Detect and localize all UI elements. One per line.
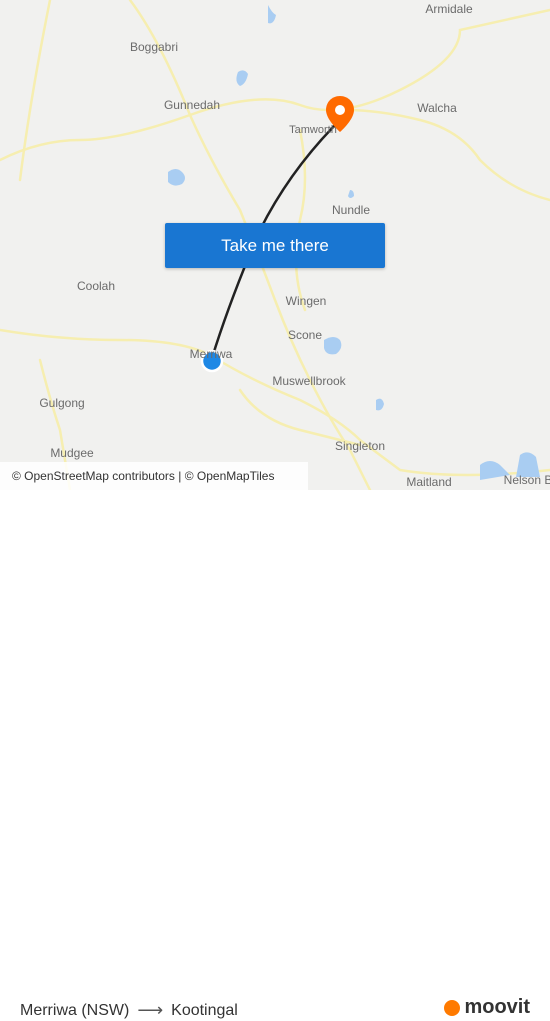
place-label-wingen: Wingen	[285, 294, 327, 308]
place-label-gunnedah: Gunnedah	[163, 98, 221, 112]
lake	[236, 70, 248, 86]
road	[18, 0, 52, 182]
lake	[324, 337, 342, 355]
place-label-maitland: Maitland	[406, 475, 452, 489]
place-label-muswellbrook: Muswellbrook	[272, 374, 346, 388]
destination-label: Kootingal	[171, 1001, 238, 1019]
origin-label: Merriwa (NSW)	[20, 1001, 130, 1019]
road	[343, 108, 550, 202]
place-label-boggabri: Boggabri	[129, 40, 179, 54]
lake	[268, 5, 276, 24]
place-label-gulgong: Gulgong	[39, 396, 85, 410]
route-summary: Merriwa (NSW) ⟶ Kootingal	[20, 1000, 238, 1021]
moovit-logo-text: moovit	[464, 996, 530, 1018]
place-label-singleton: Singleton	[334, 439, 386, 453]
place-label-coolah: Coolah	[76, 279, 116, 293]
lake	[376, 398, 384, 411]
place-label-nelson-bay: Nelson B	[503, 473, 550, 487]
place-label-tamworth: Tamworth	[289, 124, 337, 136]
lake	[168, 169, 185, 186]
map-attribution[interactable]: © OpenStreetMap contributors | © OpenMap…	[0, 462, 308, 490]
place-label-nundle: Nundle	[331, 203, 371, 217]
map-view[interactable]: Armidale Boggabri Gunnedah Tamworth Walc…	[0, 0, 550, 490]
place-label-mudgee: Mudgee	[50, 446, 94, 460]
road	[294, 128, 307, 312]
lake	[348, 190, 354, 198]
place-label-armidale: Armidale	[425, 2, 473, 16]
arrow-right-icon: ⟶	[137, 1000, 164, 1020]
footer-bar: Merriwa (NSW) ⟶ Kootingal moovit	[0, 490, 550, 1020]
take-me-there-button[interactable]: Take me there	[165, 223, 385, 268]
moovit-logo-icon	[444, 999, 461, 1016]
road	[0, 8, 550, 162]
attribution-text[interactable]: © OpenStreetMap contributors | © OpenMap…	[12, 469, 274, 483]
place-label-merriwa: Merriwa	[189, 347, 233, 361]
moovit-logo: moovit	[444, 996, 530, 1019]
place-label-scone: Scone	[287, 328, 323, 342]
place-label-walcha: Walcha	[417, 101, 457, 115]
